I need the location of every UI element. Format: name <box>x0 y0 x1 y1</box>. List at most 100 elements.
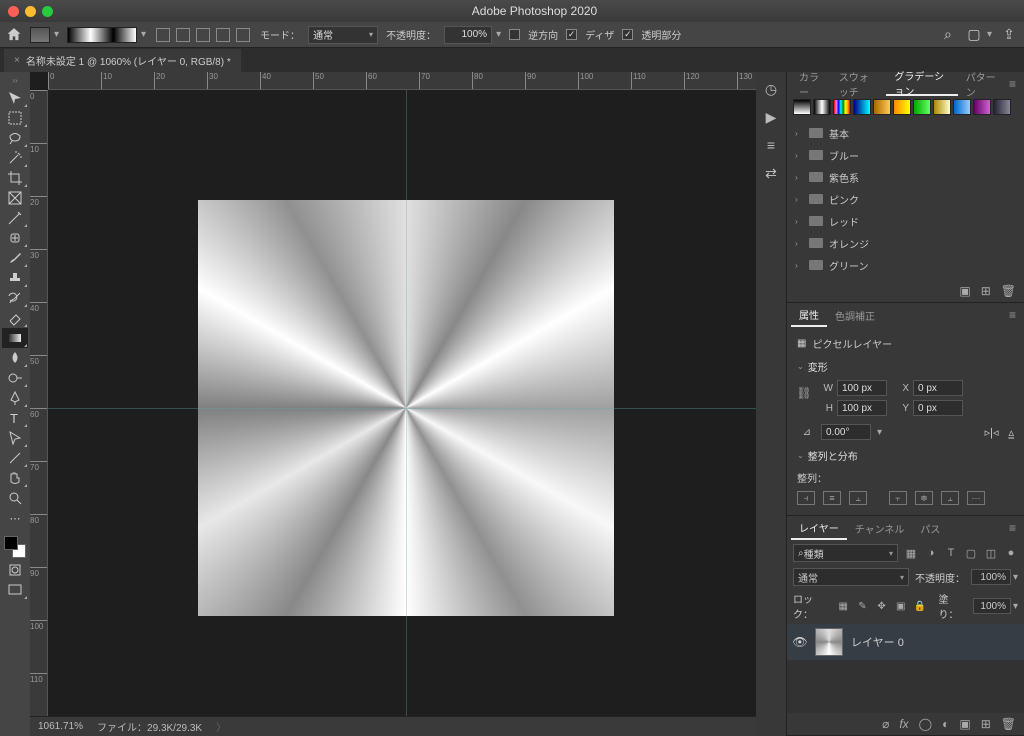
paragraph-panel-icon[interactable]: ⇄ <box>762 164 780 182</box>
lock-all-icon[interactable]: 🔒 <box>913 599 926 613</box>
move-tool[interactable] <box>2 88 28 108</box>
eraser-tool[interactable] <box>2 308 28 328</box>
magic-wand-tool[interactable] <box>2 148 28 168</box>
layer-row[interactable]: 👁 レイヤー 0 <box>787 624 1024 660</box>
tab-adjustments[interactable]: 色調補正 <box>827 303 883 327</box>
stamp-tool[interactable] <box>2 268 28 288</box>
tab-gradients[interactable]: グラデーション <box>886 72 957 96</box>
tab-properties[interactable]: 属性 <box>791 303 827 327</box>
tool-preset-button[interactable] <box>30 27 50 43</box>
hand-tool[interactable] <box>2 468 28 488</box>
file-info[interactable]: ファイル：29.3K/29.3K <box>97 719 202 734</box>
ruler-horizontal[interactable]: 0 10 20 30 40 50 60 70 80 90 100 110 120… <box>48 72 756 90</box>
flip-v-icon[interactable]: ▵̲ <box>1008 426 1014 439</box>
pen-tool[interactable] <box>2 388 28 408</box>
panel-menu-icon[interactable]: ≡ <box>1005 308 1020 322</box>
align-vcenter-icon[interactable]: ≑ <box>915 491 933 505</box>
layer-filter-select[interactable]: ⌕ 種類 <box>793 544 898 562</box>
gradient-folder[interactable]: ›グリーン <box>787 254 1024 276</box>
gradient-swatch[interactable] <box>793 99 811 115</box>
gradient-swatch[interactable] <box>873 99 891 115</box>
toolbar-grip-icon[interactable]: ›› <box>2 76 28 86</box>
gradient-folder[interactable]: ›紫色系 <box>787 166 1024 188</box>
lock-artboard-icon[interactable]: ▣ <box>894 599 907 613</box>
panel-menu-icon[interactable]: ≡ <box>1005 77 1020 91</box>
gradient-folder[interactable]: ›ピンク <box>787 188 1024 210</box>
layer-blend-select[interactable]: 通常 <box>793 568 909 586</box>
filter-pixel-icon[interactable]: ▦ <box>904 546 918 560</box>
guide-horizontal[interactable] <box>48 408 756 409</box>
y-input[interactable]: 0 px <box>913 400 963 416</box>
gradient-folder[interactable]: ›ブルー <box>787 144 1024 166</box>
align-bottom-icon[interactable]: ⫠ <box>941 491 959 505</box>
home-icon[interactable] <box>6 27 22 43</box>
gradient-swatch[interactable] <box>813 99 831 115</box>
eyedropper-tool[interactable] <box>2 208 28 228</box>
blur-tool[interactable] <box>2 348 28 368</box>
gradient-swatch[interactable] <box>853 99 871 115</box>
gradient-swatch[interactable] <box>953 99 971 115</box>
gradient-swatch[interactable] <box>913 99 931 115</box>
link-layers-icon[interactable]: ⌀ <box>882 717 889 731</box>
gradient-preview-button[interactable] <box>67 27 137 43</box>
frame-tool[interactable] <box>2 188 28 208</box>
gradient-swatch[interactable] <box>993 99 1011 115</box>
maximize-window-icon[interactable] <box>42 6 53 17</box>
tab-paths[interactable]: パス <box>912 516 948 540</box>
type-tool[interactable]: T <box>2 408 28 428</box>
search-icon[interactable]: ⌕ <box>939 26 957 44</box>
group-icon[interactable]: ▣ <box>959 717 970 731</box>
reflected-gradient-icon[interactable] <box>216 28 230 42</box>
delete-layer-icon[interactable]: 🗑 <box>1001 717 1016 731</box>
brush-tool[interactable] <box>2 248 28 268</box>
save-preset-icon[interactable]: ▣ <box>959 284 970 298</box>
section-transform[interactable]: 変形 <box>808 359 828 374</box>
gradient-folder[interactable]: ›オレンジ <box>787 232 1024 254</box>
align-hcenter-icon[interactable]: ≡ <box>823 491 841 505</box>
filter-shape-icon[interactable]: ▢ <box>964 546 978 560</box>
tab-channels[interactable]: チャンネル <box>847 516 913 540</box>
zoom-tool[interactable] <box>2 488 28 508</box>
layer-thumbnail[interactable] <box>815 628 843 656</box>
lock-pixels-icon[interactable]: ✎ <box>856 599 869 613</box>
layer-opacity-input[interactable]: 100% <box>971 569 1011 585</box>
dodge-tool[interactable] <box>2 368 28 388</box>
tab-layers[interactable]: レイヤー <box>791 516 847 540</box>
minimize-window-icon[interactable] <box>25 6 36 17</box>
angle-input[interactable]: 0.00° <box>821 424 871 440</box>
gradient-tool[interactable] <box>2 328 28 348</box>
filter-adjust-icon[interactable]: ◑ <box>924 546 938 560</box>
opacity-input[interactable]: 100% <box>444 26 492 44</box>
actions-panel-icon[interactable]: ▶ <box>762 108 780 126</box>
mask-icon[interactable]: ◯ <box>919 717 932 731</box>
new-folder-icon[interactable]: ⊞ <box>981 284 991 298</box>
x-input[interactable]: 0 px <box>913 380 963 396</box>
foreground-color-swatch[interactable] <box>4 536 18 550</box>
workspace-icon[interactable]: ▢ <box>965 26 983 44</box>
panel-menu-icon[interactable]: ≡ <box>1005 521 1020 535</box>
close-tab-icon[interactable]: × <box>14 55 20 66</box>
filter-smart-icon[interactable]: ◫ <box>984 546 998 560</box>
transparency-checkbox[interactable]: ✓ <box>622 29 633 40</box>
color-swatches[interactable] <box>2 534 28 560</box>
filter-toggle-icon[interactable]: ● <box>1004 546 1018 560</box>
dither-checkbox[interactable]: ✓ <box>566 29 577 40</box>
linear-gradient-icon[interactable] <box>156 28 170 42</box>
gradient-swatch[interactable] <box>933 99 951 115</box>
trash-icon[interactable]: 🗑 <box>1001 284 1016 298</box>
quickmask-icon[interactable] <box>2 560 28 580</box>
align-right-icon[interactable]: ⫠ <box>849 491 867 505</box>
lasso-tool[interactable] <box>2 128 28 148</box>
link-wh-icon[interactable]: ⛓ <box>797 378 811 408</box>
fill-input[interactable]: 100% <box>973 598 1011 614</box>
tab-swatches[interactable]: スウォッチ <box>831 72 887 96</box>
crop-tool[interactable] <box>2 168 28 188</box>
shape-tool[interactable] <box>2 448 28 468</box>
lock-position-icon[interactable]: ✥ <box>875 599 888 613</box>
reverse-checkbox[interactable] <box>509 29 520 40</box>
path-select-tool[interactable] <box>2 428 28 448</box>
toolbar-more-icon[interactable]: ⋯ <box>2 508 28 528</box>
section-align[interactable]: 整列と分布 <box>808 448 858 463</box>
layer-name[interactable]: レイヤー 0 <box>851 634 904 650</box>
history-panel-icon[interactable]: ◷ <box>762 80 780 98</box>
